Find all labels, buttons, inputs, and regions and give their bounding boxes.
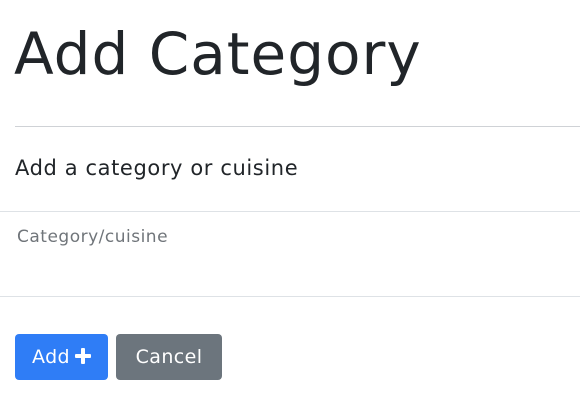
category-input[interactable] — [0, 211, 580, 297]
cancel-button[interactable]: Cancel — [116, 334, 222, 380]
plus-icon — [75, 348, 91, 364]
title-divider — [15, 126, 580, 127]
category-input-placeholder: Category/cuisine — [17, 227, 169, 247]
page-title: Add Category — [14, 20, 422, 88]
add-button[interactable]: Add — [15, 334, 108, 380]
add-category-page: Add Category Add a category or cuisine C… — [0, 0, 580, 412]
add-button-label: Add — [32, 346, 70, 368]
category-field-label: Add a category or cuisine — [15, 156, 299, 180]
